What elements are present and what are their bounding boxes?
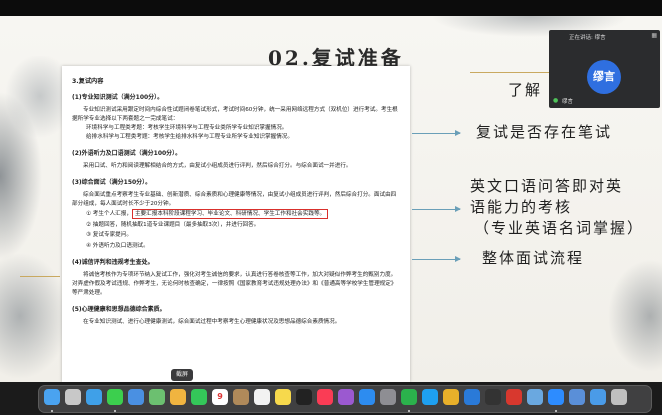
gold-rule: [470, 72, 560, 73]
dock-tooltip: 截屏: [171, 369, 194, 381]
doc-heading: (4)诚信评判和违规考生查处。: [72, 259, 154, 266]
doc-list-item: ① 考生个人汇报， 主要汇报本科阶段课程学习、毕业论文、科研情况、学生工作和社会实…: [72, 209, 400, 220]
settings-icon[interactable]: [380, 389, 396, 405]
participant-name: 缪言: [562, 99, 574, 105]
doc-section-heading: 3.复试内容: [72, 78, 104, 85]
launchpad-icon[interactable]: [65, 389, 81, 405]
running-indicator: [51, 410, 53, 412]
music-icon[interactable]: [317, 389, 333, 405]
zoom-icon[interactable]: [548, 389, 564, 405]
messages-icon[interactable]: [107, 389, 123, 405]
note-understand: 了解: [508, 81, 543, 99]
wechat-icon[interactable]: [401, 389, 417, 405]
doc-paragraph: 环境科学与工程类考题：考核学生环境科学与工程专业类所学专业知识掌握情况。: [86, 125, 288, 131]
safari-icon[interactable]: [86, 389, 102, 405]
document-page: 3.复试内容 (1)专业知识测试（满分100分）。 专业知识测试采用跟定时间内综…: [62, 66, 410, 382]
doc-list-item: ④ 外语听力及口语测试。: [86, 242, 149, 249]
doc-list-item: ③ 复试专家提问。: [86, 232, 132, 238]
doc-paragraph: 专业知识测试采用跟定时间内综合性试题闭卷笔试形式，考试时间60分钟，统一采用网络…: [72, 107, 398, 122]
reminders-icon[interactable]: [254, 389, 270, 405]
video-call-tile[interactable]: 正在讲话: 缪言 ▦ 缪言 ● 缪言: [549, 30, 660, 108]
vscode-icon[interactable]: [464, 389, 480, 405]
running-indicator: [114, 410, 116, 412]
folder-icon[interactable]: [590, 389, 606, 405]
maps-icon[interactable]: [149, 389, 165, 405]
mail-icon[interactable]: [128, 389, 144, 405]
doc-paragraph: 将诚信考核作为专项环节纳入复试工作，强化对考生诚信的要求，认真进行答卷核查等工作…: [72, 272, 397, 296]
doc-paragraph: 在专业知识测试、进行心理健康测试，综合面试过程中考察考生心理健康状况及思想品德综…: [83, 319, 341, 325]
running-indicator: [555, 410, 557, 412]
arrow-right-icon: [412, 130, 461, 136]
podcasts-icon[interactable]: [338, 389, 354, 405]
doc-paragraph: 综合面试重点考察考生专业基础、创新潜质、综合素质和心理健康等情况，由复试小组成员…: [72, 192, 397, 207]
doc-paragraph: 采用口试、听力和阅读理解相结合的方式，由复试小组成员进行评判，然后综合打分。与综…: [83, 163, 352, 169]
note-english-line1: 英文口语问答即对英: [470, 177, 624, 195]
gold-rule: [20, 276, 60, 277]
ink-wash-right: [560, 216, 662, 382]
note-english-line3: （专业英语名词掌握）: [474, 219, 645, 237]
calendar-icon[interactable]: 9: [212, 389, 228, 405]
speaking-indicator: 正在讲话: 缪言: [569, 35, 606, 41]
terminal-icon[interactable]: [485, 389, 501, 405]
notes-icon[interactable]: [275, 389, 291, 405]
facetime-icon[interactable]: [191, 389, 207, 405]
microphone-icon: ●: [553, 97, 559, 104]
appstore-icon[interactable]: [359, 389, 375, 405]
arrow-right-icon: [412, 206, 461, 212]
note-english-line2: 语能力的考核: [470, 198, 573, 216]
doc-heading: (5)心理健康和思想品德综合素质。: [72, 306, 166, 313]
avatar: 缪言: [587, 60, 621, 94]
doc-heading: (1)专业知识测试（满分100分）。: [72, 94, 164, 101]
wps-icon[interactable]: [506, 389, 522, 405]
running-indicator: [408, 410, 410, 412]
photos-icon[interactable]: [170, 389, 186, 405]
downloads-icon[interactable]: [569, 389, 585, 405]
doc-list-item: ② 抽题回答，随机抽取1道专业课题目（最多抽取3次），并进行回答。: [86, 221, 260, 228]
doc-heading: (2)外语听力及口语测试（满分100分）。: [72, 150, 182, 157]
grid-icon[interactable]: ▦: [651, 32, 657, 39]
doc-paragraph: 给排水科学与工程类考题：考核学生给排水科学与工程专业所学专业知识掌握情况。: [86, 134, 293, 140]
doc-list-item-label: ① 考生个人汇报，: [86, 211, 132, 217]
trash-icon[interactable]: [611, 389, 627, 405]
highlight-box: 主要汇报本科阶段课程学习、毕业论文、科研情况、学生工作和社会实践等。: [131, 209, 329, 219]
chrome-icon[interactable]: [443, 389, 459, 405]
finder-icon[interactable]: [44, 389, 60, 405]
top-bar: [0, 0, 662, 16]
preview-icon[interactable]: [527, 389, 543, 405]
tv-icon[interactable]: [296, 389, 312, 405]
arrow-right-icon: [412, 256, 461, 262]
note-interview-flow: 整体面试流程: [482, 249, 585, 267]
contacts-icon[interactable]: [233, 389, 249, 405]
qq-icon[interactable]: [422, 389, 438, 405]
note-written-test: 复试是否存在笔试: [476, 123, 613, 141]
doc-heading: (3)综合面试（满分150分）。: [72, 179, 152, 186]
